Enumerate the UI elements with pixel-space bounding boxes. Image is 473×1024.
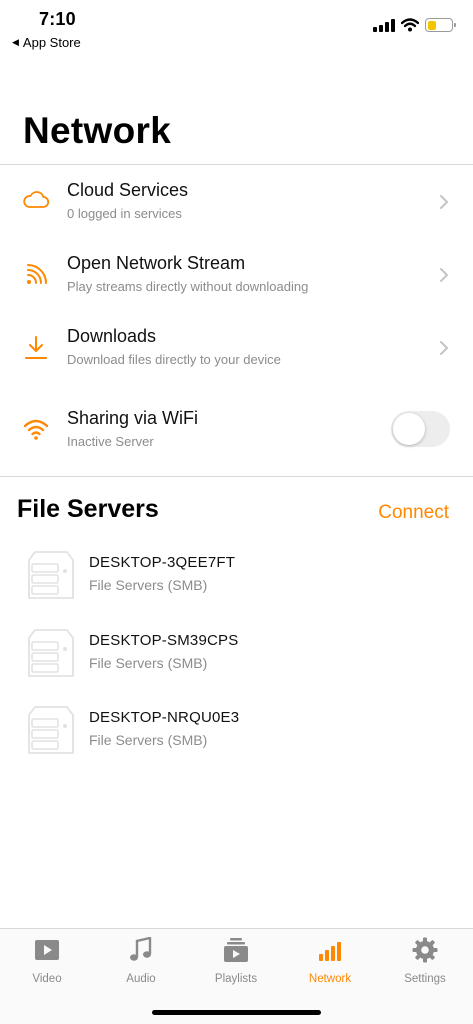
tab-playlists[interactable]: Playlists bbox=[189, 937, 283, 997]
server-icon bbox=[28, 629, 74, 677]
title-divider bbox=[0, 164, 473, 165]
cellular-signal-icon bbox=[373, 18, 395, 32]
tab-audio[interactable]: Audio bbox=[94, 937, 188, 997]
music-note-icon bbox=[130, 937, 152, 961]
chevron-right-icon bbox=[440, 268, 448, 282]
tab-label: Audio bbox=[126, 973, 156, 985]
section-divider bbox=[0, 476, 473, 477]
gear-icon bbox=[412, 937, 438, 963]
toggle-knob bbox=[393, 413, 425, 445]
cloud-icon bbox=[23, 191, 50, 208]
cloud-services-row[interactable]: Cloud Services 0 logged in services bbox=[0, 168, 473, 238]
file-servers-title: File Servers bbox=[17, 495, 159, 523]
tab-label: Video bbox=[32, 973, 62, 985]
server-type: File Servers (SMB) bbox=[89, 655, 208, 671]
file-server-item[interactable]: DESKTOP-NRQU0E3 File Servers (SMB) bbox=[0, 705, 473, 771]
open-network-stream-title: Open Network Stream bbox=[67, 253, 246, 273]
chevron-right-icon bbox=[440, 341, 448, 355]
cloud-services-title: Cloud Services bbox=[67, 180, 189, 200]
wifi-icon bbox=[23, 419, 49, 440]
server-name: DESKTOP-SM39CPS bbox=[89, 632, 239, 649]
back-to-app-store[interactable]: ◀ App Store bbox=[12, 35, 81, 50]
tab-label: Settings bbox=[404, 973, 446, 985]
server-name: DESKTOP-NRQU0E3 bbox=[89, 709, 240, 726]
back-triangle-icon: ◀ bbox=[12, 37, 19, 47]
downloads-row[interactable]: Downloads Download files directly to you… bbox=[0, 315, 473, 385]
tab-network[interactable]: Network bbox=[283, 937, 377, 997]
status-icons bbox=[373, 18, 456, 32]
server-type: File Servers (SMB) bbox=[89, 732, 208, 748]
server-icon bbox=[28, 706, 74, 754]
downloads-title: Downloads bbox=[67, 326, 157, 346]
tab-settings[interactable]: Settings bbox=[378, 937, 472, 997]
downloads-subtitle: Download files directly to your device bbox=[67, 352, 281, 367]
sharing-via-wifi-row: Sharing via WiFi Inactive Server bbox=[0, 398, 473, 468]
tab-label: Playlists bbox=[214, 973, 258, 985]
connect-button[interactable]: Connect bbox=[378, 502, 449, 524]
server-icon bbox=[28, 551, 74, 599]
chevron-right-icon bbox=[440, 195, 448, 209]
file-server-item[interactable]: DESKTOP-3QEE7FT File Servers (SMB) bbox=[0, 550, 473, 616]
tab-label: Network bbox=[308, 973, 352, 985]
wifi-sharing-toggle[interactable] bbox=[391, 411, 450, 447]
home-indicator bbox=[152, 1010, 321, 1015]
battery-icon bbox=[425, 18, 456, 32]
cloud-services-subtitle: 0 logged in services bbox=[67, 206, 182, 221]
status-bar: 7:10 ◀ App Store bbox=[0, 0, 473, 56]
network-bars-icon bbox=[319, 942, 341, 961]
sharing-via-wifi-title: Sharing via WiFi bbox=[67, 408, 199, 428]
file-server-item[interactable]: DESKTOP-SM39CPS File Servers (SMB) bbox=[0, 628, 473, 694]
sharing-via-wifi-subtitle: Inactive Server bbox=[67, 434, 154, 449]
back-app-label: App Store bbox=[22, 35, 81, 50]
rss-icon bbox=[27, 264, 47, 284]
open-network-stream-subtitle: Play streams directly without downloadin… bbox=[67, 279, 309, 294]
open-network-stream-row[interactable]: Open Network Stream Play streams directl… bbox=[0, 242, 473, 312]
download-icon bbox=[25, 336, 47, 359]
server-type: File Servers (SMB) bbox=[89, 577, 208, 593]
server-name: DESKTOP-3QEE7FT bbox=[89, 554, 236, 571]
status-time: 7:10 bbox=[39, 9, 76, 29]
tab-video[interactable]: Video bbox=[0, 937, 94, 997]
playlists-icon bbox=[224, 938, 248, 962]
video-icon bbox=[35, 940, 59, 960]
page-title: Network bbox=[23, 110, 172, 151]
wifi-status-icon bbox=[401, 18, 419, 32]
